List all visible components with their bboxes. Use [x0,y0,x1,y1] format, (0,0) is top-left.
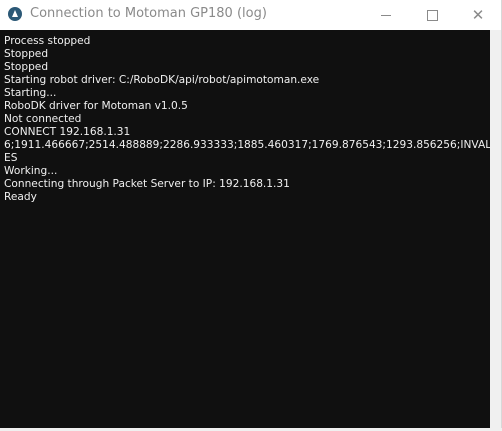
log-line: RoboDK driver for Motoman v1.0.5 [4,100,188,112]
minimize-button[interactable] [363,0,409,30]
log-line: Starting... [4,87,57,99]
log-line: CONNECT 192.168.1.31 [4,126,131,138]
maximize-icon [426,9,438,21]
log-line: Process stopped [4,35,91,47]
window-title: Connection to Motoman GP180 (log) [30,6,267,21]
vertical-scrollbar[interactable] [490,30,501,428]
title-bar[interactable]: Connection to Motoman GP180 (log) ✕ [0,0,501,30]
log-line: Not connected [4,113,82,125]
log-line: Ready [4,191,37,203]
maximize-button[interactable] [409,0,455,30]
log-line: Working... [4,165,58,177]
log-line: Stopped [4,61,49,73]
log-line: Connecting through Packet Server to IP: … [4,178,290,190]
log-line: Stopped [4,48,49,60]
log-console[interactable]: Process stopped Stopped Stopped Starting… [0,30,490,428]
log-line: ES [4,152,18,164]
close-icon: ✕ [471,5,485,24]
log-line: Starting robot driver: C:/RoboDK/api/rob… [4,74,320,86]
robodk-app-icon[interactable] [8,7,22,21]
log-line: 6;1911.466667;2514.488889;2286.933333;18… [4,139,490,151]
log-window: Connection to Motoman GP180 (log) ✕ Proc… [0,0,502,431]
minimize-icon [381,14,391,16]
close-button[interactable]: ✕ [455,0,501,30]
